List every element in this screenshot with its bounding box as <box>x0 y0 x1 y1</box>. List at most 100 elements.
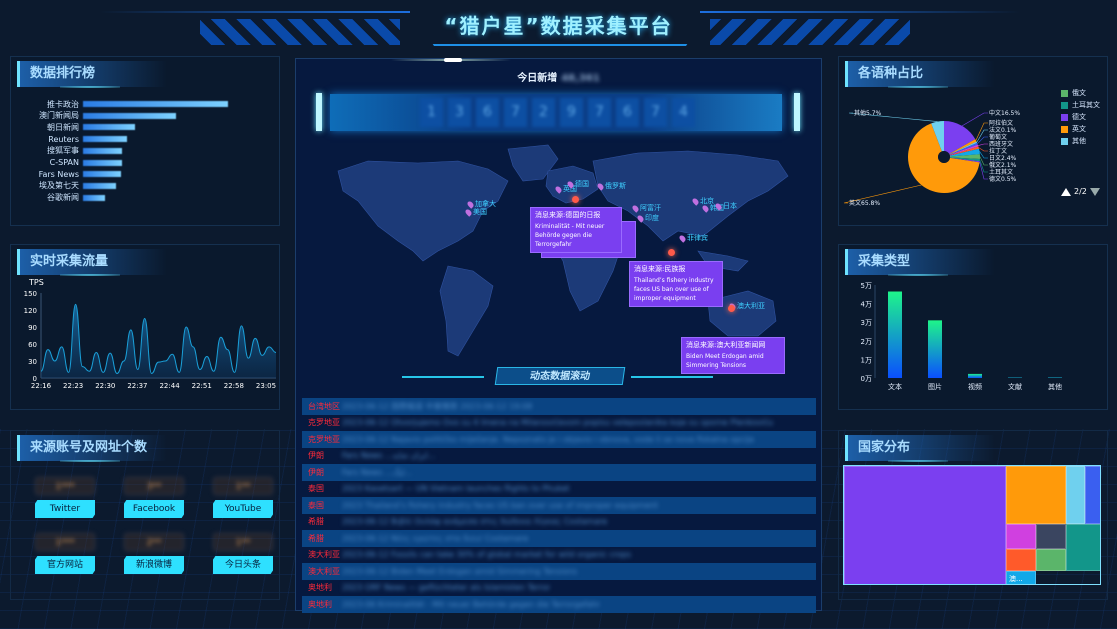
flow-chart: TPS030609012015022:16 22:23 22:30 22:37 22:4… <box>24 278 277 390</box>
countries-panel: 国家分布 澳... <box>838 430 1108 600</box>
ranking-row[interactable]: Fars News <box>21 169 121 179</box>
legend-item[interactable]: 英文 <box>1061 123 1100 135</box>
hotspot-marker[interactable] <box>668 249 675 256</box>
source-card[interactable]: 1** 今日头条 <box>213 533 273 574</box>
ranking-row[interactable]: 澳门新闻局 <box>21 111 176 121</box>
treemap-cell[interactable] <box>1006 466 1066 524</box>
bar[interactable] <box>1048 377 1062 378</box>
source-card[interactable]: 1*** Twitter <box>35 477 95 518</box>
news-row[interactable]: 伊朗 Fars News ...ایران شاید... <box>302 448 816 465</box>
pie-label: 土耳其文 <box>989 168 1013 176</box>
map-pin[interactable]: 德国 <box>566 179 589 189</box>
ranking-row[interactable]: 埃及第七天 <box>21 181 117 191</box>
pin-icon <box>596 181 605 191</box>
legend-item[interactable]: 其他 <box>1061 135 1100 147</box>
ranking-row[interactable]: C-SPAN <box>21 158 123 168</box>
bar-y-tick: 0万 <box>861 375 872 383</box>
pie-label: 法文0.1% <box>989 126 1017 134</box>
map-pin[interactable]: 印度 <box>636 213 659 223</box>
map-pin[interactable]: 俄罗斯 <box>596 181 626 191</box>
map-pin[interactable]: 日本 <box>714 201 737 211</box>
news-row[interactable]: 奥地利 2023 ORF News — geflüchteter als Isla… <box>302 580 816 597</box>
source-card[interactable]: 2** 新浪微博 <box>124 533 184 574</box>
map-pin[interactable]: 美国 <box>464 207 487 217</box>
news-row[interactable]: 澳大利亚 2023-06-12 Biden Meet Erdogan amid S… <box>302 563 816 580</box>
languages-panel: 各语种占比 中文16.5% 阿拉伯文 法文0.1% 葡萄文 西班牙文 拉丁文 日文2.4% 俄… <box>838 56 1108 226</box>
pie-label-line <box>979 160 988 173</box>
message-popup[interactable]: 消息来源:民族报 Thailand’s fishery industry face… <box>629 261 723 307</box>
world-map[interactable]: 加拿大 美国 俄罗斯 英国 德国 阿富汗 印度 北京 韩国 日本 菲律宾 澳大利… <box>308 141 808 374</box>
source-card[interactable]: 1** YouTube <box>213 477 273 518</box>
page-up-icon[interactable] <box>1061 187 1071 196</box>
ranking-row[interactable]: 谷歌新闻 <box>21 193 105 203</box>
bar-y-tick: 5万 <box>861 282 872 290</box>
message-popup[interactable]: 消息来源:德国的日报 Kriminalität - Mit neuer Behör… <box>530 207 622 253</box>
legend-item[interactable]: 俄文 <box>1061 87 1100 99</box>
pin-icon <box>691 196 700 206</box>
source-card[interactable]: 3** Facebook <box>124 477 184 518</box>
legend-swatch <box>1061 89 1068 97</box>
treemap-cell[interactable] <box>1036 524 1066 549</box>
bar[interactable] <box>1008 377 1022 379</box>
ranking-row[interactable]: 搜狐军事 <box>21 146 123 156</box>
map-pin[interactable]: 菲律宾 <box>678 233 708 243</box>
news-row[interactable]: 台湾地区 2023-06-12 国際報道 中東情勢 2023-06-12 19:0… <box>302 398 816 415</box>
hotspot-marker[interactable] <box>728 305 735 312</box>
news-row[interactable]: 克罗地亚 2023-06-12 Najavio političko miješan… <box>302 431 816 448</box>
types-bar-chart: 0万 1万 2万 3万 4万 5万文本 图片 视频 文献 其他 <box>861 282 1062 391</box>
news-row[interactable]: 希腊 2023-06-12 Νέες ερώτες στα διευ/ Costa… <box>302 530 816 547</box>
news-text: 2023-06-12 Biden Meet Erdogan amid Simme… <box>342 566 578 576</box>
map-pin[interactable]: 澳大利亚 <box>728 301 765 311</box>
ranking-row[interactable]: Reuters <box>21 134 127 144</box>
news-text: 2023 Thailand’s fishery industry faces U… <box>342 500 658 510</box>
legend-item[interactable]: 德文 <box>1061 111 1100 123</box>
pie-label-line <box>975 122 988 141</box>
ranking-panel: 数据排行榜 推卡政治 澳门新闻局 朝日新闻 Reuters 搜狐军事 C-SPAN Fars… <box>10 56 280 226</box>
flow-title: 实时采集流量 <box>17 249 167 276</box>
treemap-cell[interactable] <box>1036 549 1066 571</box>
bar[interactable] <box>968 373 982 378</box>
types-title: 采集类型 <box>845 249 995 276</box>
pin-icon <box>631 203 640 213</box>
news-row[interactable]: 澳大利亚 2023-06-12 Fossils can take 30% of g… <box>302 547 816 564</box>
news-row[interactable]: 克罗地亚 2023-06-12 Otvorjujemo Ovo su 4 Imen… <box>302 415 816 432</box>
map-pin[interactable]: 阿富汗 <box>631 203 661 213</box>
news-row[interactable]: 泰国 2023 Kasetsart — UN Vietnam launches f… <box>302 481 816 498</box>
treemap-cell[interactable] <box>1006 524 1036 549</box>
bar[interactable] <box>888 291 902 378</box>
treemap-cell[interactable]: 澳... <box>1006 571 1036 584</box>
news-row[interactable]: 希腊 2023-06-12 Βιβλί Ουλάφ ανάμεσα στις δώ… <box>302 514 816 531</box>
treemap-cell[interactable] <box>1066 524 1100 571</box>
source-card[interactable]: 1*** 官方网站 <box>35 533 95 574</box>
news-country: 伊朗 <box>308 467 324 477</box>
dynamic-data-tab[interactable]: 动态数据滚动 <box>494 367 626 385</box>
news-row[interactable]: 伊朗 Fars News ...لیگ... <box>302 464 816 481</box>
page-down-icon[interactable] <box>1089 187 1100 196</box>
treemap-cell[interactable] <box>1006 549 1036 571</box>
news-text: 2023 Kasetsart — UN Vietnam launches fli… <box>342 484 570 494</box>
source-label: Twitter <box>35 500 95 518</box>
ranking-row[interactable]: 朝日新闻 <box>21 122 136 132</box>
bar[interactable] <box>928 320 942 378</box>
news-list[interactable]: 台湾地区 2023-06-12 国際報道 中東情勢 2023-06-12 19:0… <box>302 398 816 613</box>
bar-x-label: 图片 <box>928 382 942 391</box>
languages-pie-chart: 中文16.5% 阿拉伯文法文0.1%葡萄文西班牙文拉丁文日文2.4%俄文2.1%土… <box>843 109 1020 207</box>
treemap-cell[interactable] <box>1066 466 1085 524</box>
hotspot-marker[interactable] <box>572 196 579 203</box>
countries-treemap[interactable]: 澳... <box>843 465 1101 585</box>
news-row[interactable]: 泰国 2023 Thailand’s fishery industry faces… <box>302 497 816 514</box>
news-country: 澳大利亚 <box>308 566 340 576</box>
legend-label: 其他 <box>1072 137 1086 145</box>
counter-digit: 7 <box>504 98 527 127</box>
legend-item[interactable]: 土耳其文 <box>1061 99 1100 111</box>
source-label: 官方网站 <box>35 556 95 574</box>
news-country: 克罗地亚 <box>308 418 340 428</box>
news-row[interactable]: 奥地利 2023-06 Kriminalität - Mit neuer Behö… <box>302 596 816 613</box>
news-country: 奥地利 <box>308 599 332 609</box>
bar-x-label: 文献 <box>1008 382 1022 391</box>
ranking-row[interactable]: 推卡政治 <box>21 99 228 109</box>
counter-bar: 1367297674 <box>330 94 782 131</box>
treemap-cell[interactable] <box>844 466 1006 584</box>
treemap-cell[interactable] <box>1085 466 1100 524</box>
news-text: 2023-06-12 Βιβλί Ουλάφ ανάμεσα στις δώδε… <box>342 517 608 527</box>
